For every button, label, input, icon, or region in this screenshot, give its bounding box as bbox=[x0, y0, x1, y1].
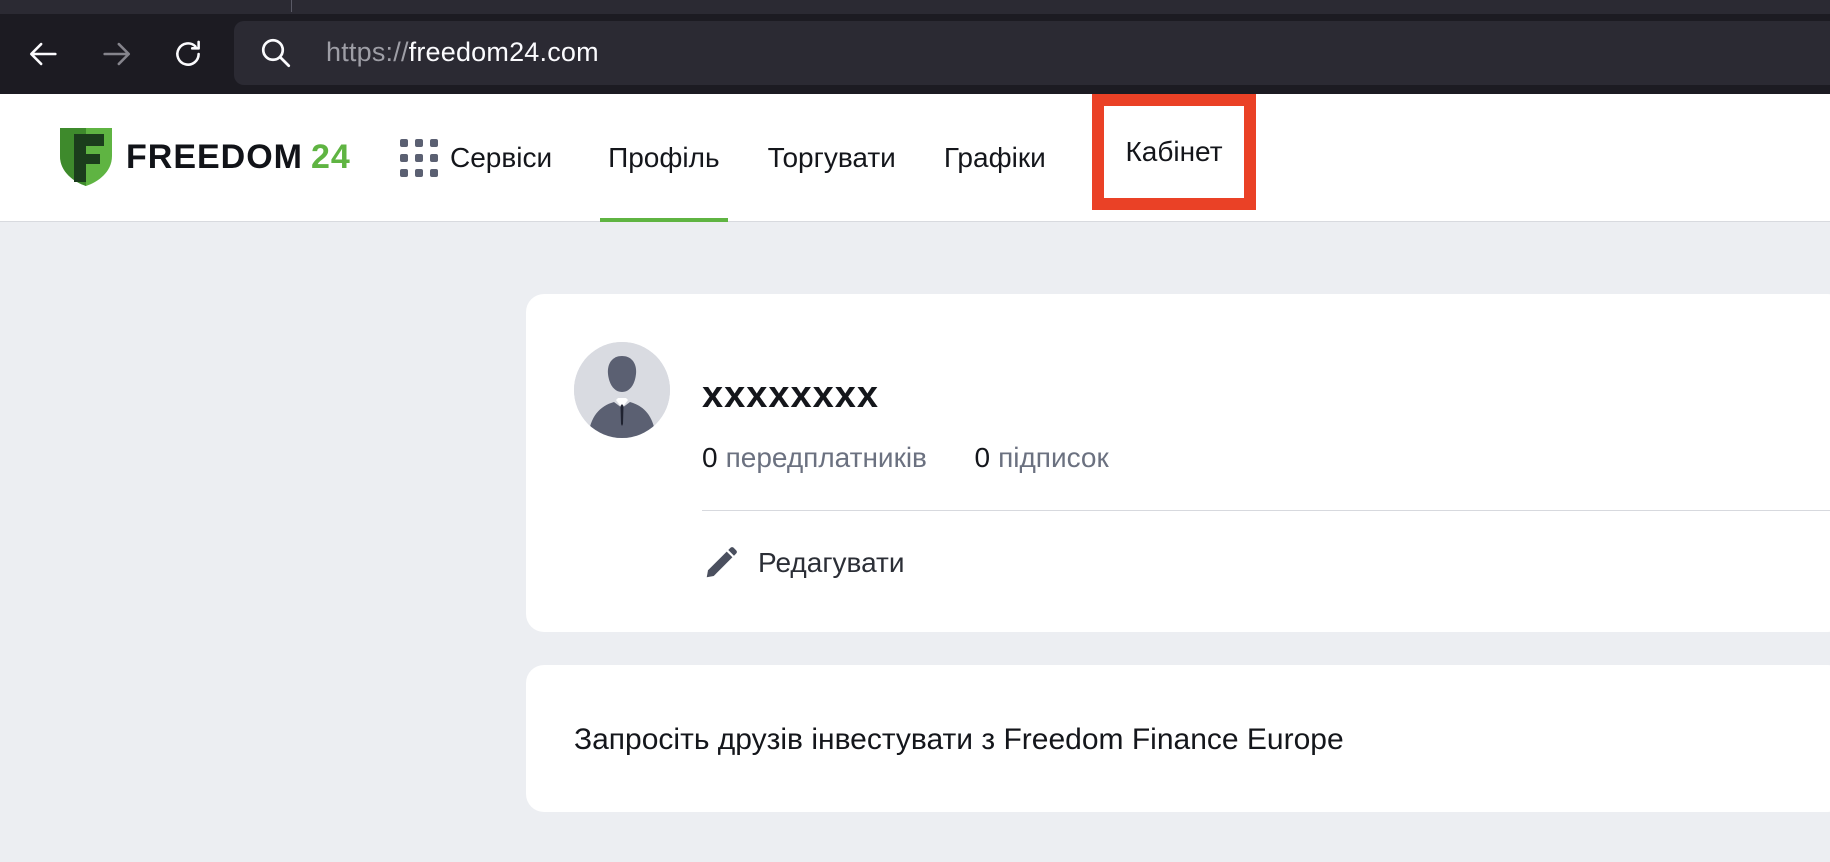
browser-toolbar: https://freedom24.com bbox=[0, 14, 1830, 94]
nav-services-label: Сервіси bbox=[450, 142, 553, 173]
nav-charts[interactable]: Графіки bbox=[944, 94, 1046, 222]
nav-cabinet-label: Кабінет bbox=[1125, 136, 1223, 167]
follow-stats: 0 передплатників 0 підписок bbox=[702, 442, 1109, 474]
logo-word: FREEDOM bbox=[126, 137, 303, 176]
nav-profile[interactable]: Профіль bbox=[600, 94, 728, 222]
reload-button[interactable] bbox=[162, 28, 214, 80]
apps-grid-icon bbox=[400, 139, 438, 177]
subscriptions-stat[interactable]: 0 підписок bbox=[974, 442, 1108, 473]
shield-logo-icon bbox=[60, 128, 112, 186]
logo-number: 24 bbox=[311, 137, 351, 176]
subscriptions-label: підписок bbox=[998, 442, 1109, 473]
logo-wordmark: FREEDOM 24 bbox=[126, 138, 351, 177]
arrow-left-icon bbox=[29, 42, 57, 66]
subscribers-stat[interactable]: 0 передплатників bbox=[702, 442, 927, 473]
avatar[interactable] bbox=[574, 342, 670, 438]
person-silhouette-icon bbox=[574, 342, 670, 438]
edit-profile-button[interactable]: Редагувати bbox=[702, 544, 905, 582]
nav-trade-label: Торгувати bbox=[767, 142, 896, 173]
subscribers-count: 0 bbox=[702, 442, 718, 473]
edit-label: Редагувати bbox=[758, 547, 905, 578]
invite-text: Запросіть друзів інвестувати з Freedom F… bbox=[574, 723, 1344, 756]
subscriptions-count: 0 bbox=[974, 442, 991, 473]
reload-icon bbox=[176, 40, 200, 66]
pencil-icon bbox=[706, 547, 737, 578]
active-tab-indicator bbox=[600, 218, 728, 222]
back-button[interactable] bbox=[18, 28, 70, 80]
freedom24-logo[interactable]: FREEDOM 24 bbox=[58, 126, 351, 188]
forward-button[interactable] bbox=[90, 28, 142, 80]
nav-services[interactable]: Сервіси bbox=[400, 94, 600, 222]
nav-charts-label: Графіки bbox=[943, 142, 1046, 173]
nav-profile-label: Профіль bbox=[608, 142, 720, 173]
url-scheme: https:// bbox=[326, 37, 409, 67]
search-icon bbox=[261, 38, 291, 68]
subscribers-label: передплатників bbox=[725, 442, 927, 473]
address-bar[interactable]: https://freedom24.com bbox=[234, 21, 1830, 85]
tab-divider bbox=[291, 0, 292, 12]
nav-cabinet[interactable]: Кабінет bbox=[1092, 94, 1256, 210]
url-host: freedom24.com bbox=[408, 37, 599, 67]
divider bbox=[702, 510, 1830, 511]
user-name: xxxxxxxx bbox=[702, 374, 880, 416]
nav-trade[interactable]: Торгувати bbox=[768, 94, 896, 222]
url-text[interactable]: https://freedom24.com bbox=[326, 37, 599, 68]
main-nav: Сервіси Профіль Торгувати Графіки bbox=[400, 94, 1096, 222]
invite-card[interactable]: Запросіть друзів інвестувати з Freedom F… bbox=[526, 665, 1830, 812]
site-header: FREEDOM 24 Сервіси Профіль Торгувати Граф… bbox=[0, 94, 1830, 222]
tab-strip bbox=[0, 0, 1830, 14]
arrow-right-icon bbox=[103, 42, 131, 66]
profile-card: xxxxxxxx 0 передплатників 0 підписок Редаг… bbox=[526, 294, 1830, 632]
